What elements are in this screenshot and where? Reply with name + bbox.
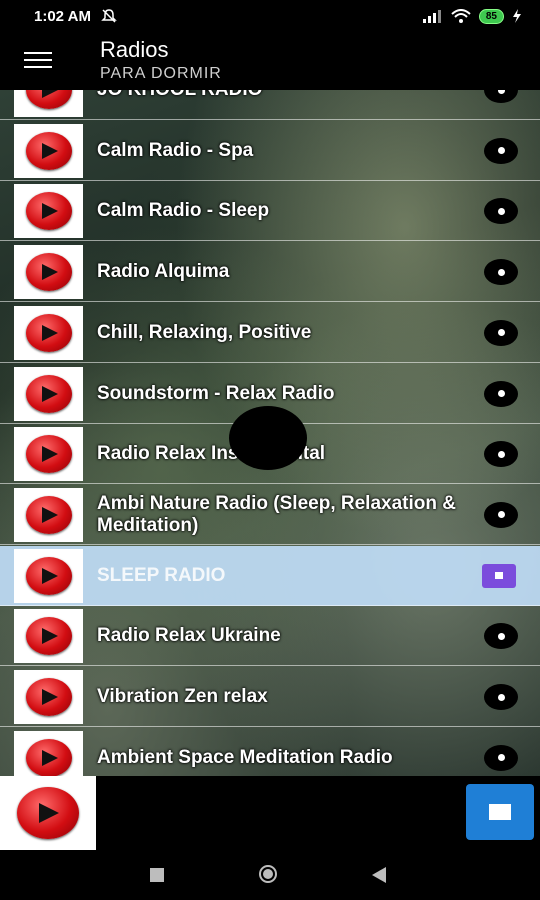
options-dot-icon[interactable] — [484, 319, 518, 346]
play-icon — [25, 313, 72, 352]
station-thumbnail — [14, 670, 83, 724]
options-dot-icon[interactable] — [484, 684, 518, 710]
now-playing-thumbnail[interactable] — [0, 776, 96, 850]
station-thumbnail — [14, 90, 83, 117]
page-title: Radios — [100, 37, 169, 62]
list-item[interactable]: Radio Alquima — [0, 242, 540, 303]
status-time: 1:02 AM — [34, 7, 91, 25]
station-name: JO KHOOL RADIO — [97, 90, 467, 120]
home-icon[interactable] — [259, 865, 277, 883]
play-icon — [25, 374, 72, 413]
stop-icon — [489, 804, 511, 820]
station-thumbnail — [14, 548, 83, 603]
options-dot-icon[interactable] — [484, 259, 518, 286]
station-name: Ambi Nature Radio (Sleep, Relaxation & M… — [97, 492, 456, 536]
overlay-blob — [229, 406, 307, 470]
station-name: Chill, Relaxing, Positive — [97, 321, 312, 343]
station-name: Calm Radio - Spa — [97, 139, 254, 161]
play-icon — [25, 556, 72, 595]
stop-icon[interactable] — [482, 563, 516, 588]
station-list[interactable]: JO KHOOL RADIO Calm Radio - Spa Calm Radio… — [0, 90, 540, 776]
play-icon — [25, 495, 72, 534]
options-dot-icon[interactable] — [484, 137, 518, 164]
signal-icon — [422, 10, 441, 23]
station-thumbnail — [14, 730, 83, 776]
player-bar — [0, 776, 540, 850]
charging-icon — [513, 9, 521, 23]
mute-icon — [101, 9, 117, 23]
app-toolbar: Radios PARA DORMIR — [0, 32, 540, 90]
status-bar: 1:02 AM 85 — [0, 0, 540, 32]
options-dot-icon[interactable] — [484, 198, 518, 225]
options-dot-icon[interactable] — [484, 623, 518, 650]
station-thumbnail — [14, 123, 83, 178]
list-item[interactable]: Calm Radio - Sleep — [0, 181, 540, 242]
station-name: Calm Radio - Sleep — [97, 200, 270, 222]
play-icon — [25, 131, 72, 170]
list-item[interactable]: Ambient Space Meditation Radio — [0, 728, 540, 776]
station-thumbnail — [14, 245, 83, 300]
play-icon — [25, 738, 72, 776]
stop-button[interactable] — [466, 784, 534, 840]
station-name: Vibration Zen relax — [97, 686, 268, 707]
list-item[interactable]: Vibration Zen relax — [0, 667, 540, 727]
station-thumbnail — [14, 487, 83, 542]
list-item[interactable]: Calm Radio - Spa — [0, 121, 540, 181]
station-thumbnail — [14, 366, 83, 421]
system-nav-bar — [0, 850, 540, 900]
station-thumbnail — [14, 609, 83, 664]
station-thumbnail — [14, 427, 83, 482]
play-icon — [25, 678, 72, 716]
station-name: Ambient Space Meditation Radio — [97, 746, 393, 768]
hamburger-menu-icon[interactable] — [24, 52, 52, 72]
play-icon — [25, 192, 72, 231]
play-icon — [25, 617, 72, 656]
list-item[interactable]: Chill, Relaxing, Positive — [0, 303, 540, 363]
play-icon — [25, 253, 72, 292]
play-icon — [17, 787, 79, 839]
options-dot-icon[interactable] — [484, 744, 518, 771]
list-item[interactable]: Ambi Nature Radio (Sleep, Relaxation & M… — [0, 485, 540, 545]
options-dot-icon[interactable] — [484, 90, 518, 103]
station-name: Radio Relax Ukraine — [97, 625, 281, 647]
back-icon[interactable] — [372, 867, 386, 883]
station-thumbnail — [14, 305, 83, 360]
battery-icon: 85 — [478, 8, 504, 24]
list-item[interactable]: JO KHOOL RADIO — [0, 90, 540, 120]
wifi-icon — [451, 9, 471, 23]
play-icon — [25, 90, 72, 109]
station-name: SLEEP RADIO — [97, 564, 226, 586]
options-dot-icon[interactable] — [484, 441, 518, 468]
options-dot-icon[interactable] — [484, 380, 518, 407]
play-icon — [25, 435, 72, 474]
options-dot-icon[interactable] — [484, 501, 518, 528]
list-item[interactable]: Radio Relax Ukraine — [0, 606, 540, 667]
recents-icon[interactable] — [150, 868, 164, 882]
station-thumbnail — [14, 184, 83, 239]
station-name: Radio Alquima — [97, 261, 230, 283]
list-item[interactable]: SLEEP RADIO — [0, 545, 540, 606]
page-subtitle: PARA DORMIR — [100, 65, 222, 82]
